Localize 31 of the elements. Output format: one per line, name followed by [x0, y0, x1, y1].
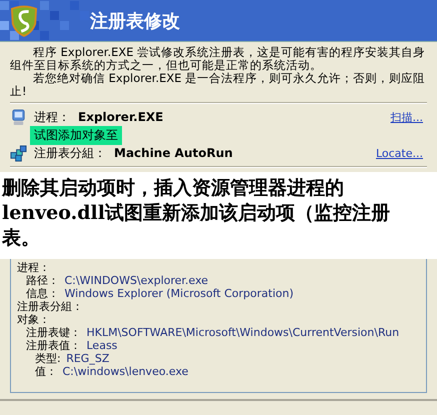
caption-line: 删除其启动项时，插入资源管理器进程的 — [2, 176, 345, 201]
detail-value: HKLM\SOFTWARE\Microsoft\Windows\CurrentVersion\Run — [86, 326, 400, 339]
caption-line: 表。 — [2, 226, 41, 251]
description-text: 若您绝对确信 Explorer.EXE 是一合法程序，则可永久允许；否则，则应阻止! — [10, 72, 426, 98]
window-title: 注册表修改 — [90, 10, 180, 32]
detail-value: Leass — [86, 339, 118, 352]
field-value: Machine AutoRun — [114, 146, 234, 160]
field-value: Explorer.EXE — [78, 110, 164, 124]
detail-label: 注册表键： — [26, 326, 81, 339]
detail-label: 信息： — [26, 287, 59, 300]
computer-icon — [10, 108, 27, 126]
highlighted-note: 试图添加对象至 — [30, 126, 122, 144]
scan-link[interactable]: 扫描... — [390, 110, 423, 124]
detail-label: 类型: — [35, 352, 61, 365]
detail-label: 值： — [35, 365, 57, 378]
description-text: 程序 Explorer.EXE 尝试修改系统注册表，这是可能有害的程序安装其自身组件至目标系统的方式之一，但也可能是正常的系统活动。 — [10, 46, 426, 72]
caption-line: lenveo.dll试图重新添加该启动项（监控注册 — [2, 201, 391, 226]
detail-label: 注册表值： — [26, 339, 81, 352]
detail-value: REG_SZ — [66, 352, 110, 365]
field-label: 进程： — [34, 108, 70, 126]
detail-label: 注册表分組： — [17, 300, 83, 313]
detail-label: 对象： — [17, 313, 50, 326]
detail-value: Windows Explorer (Microsoft Corporation) — [64, 287, 294, 300]
detail-value: C:\windows\lenveo.exe — [62, 365, 188, 378]
detail-value: C:\WINDOWS\explorer.exe — [64, 274, 208, 287]
locate-link[interactable]: Locate... — [376, 146, 423, 160]
detail-label: 进程： — [17, 261, 50, 274]
registry-cubes-icon — [10, 144, 27, 162]
field-label: 注册表分組： — [34, 144, 106, 162]
shield-logo-icon — [10, 4, 38, 36]
detail-label: 路径： — [26, 274, 59, 287]
